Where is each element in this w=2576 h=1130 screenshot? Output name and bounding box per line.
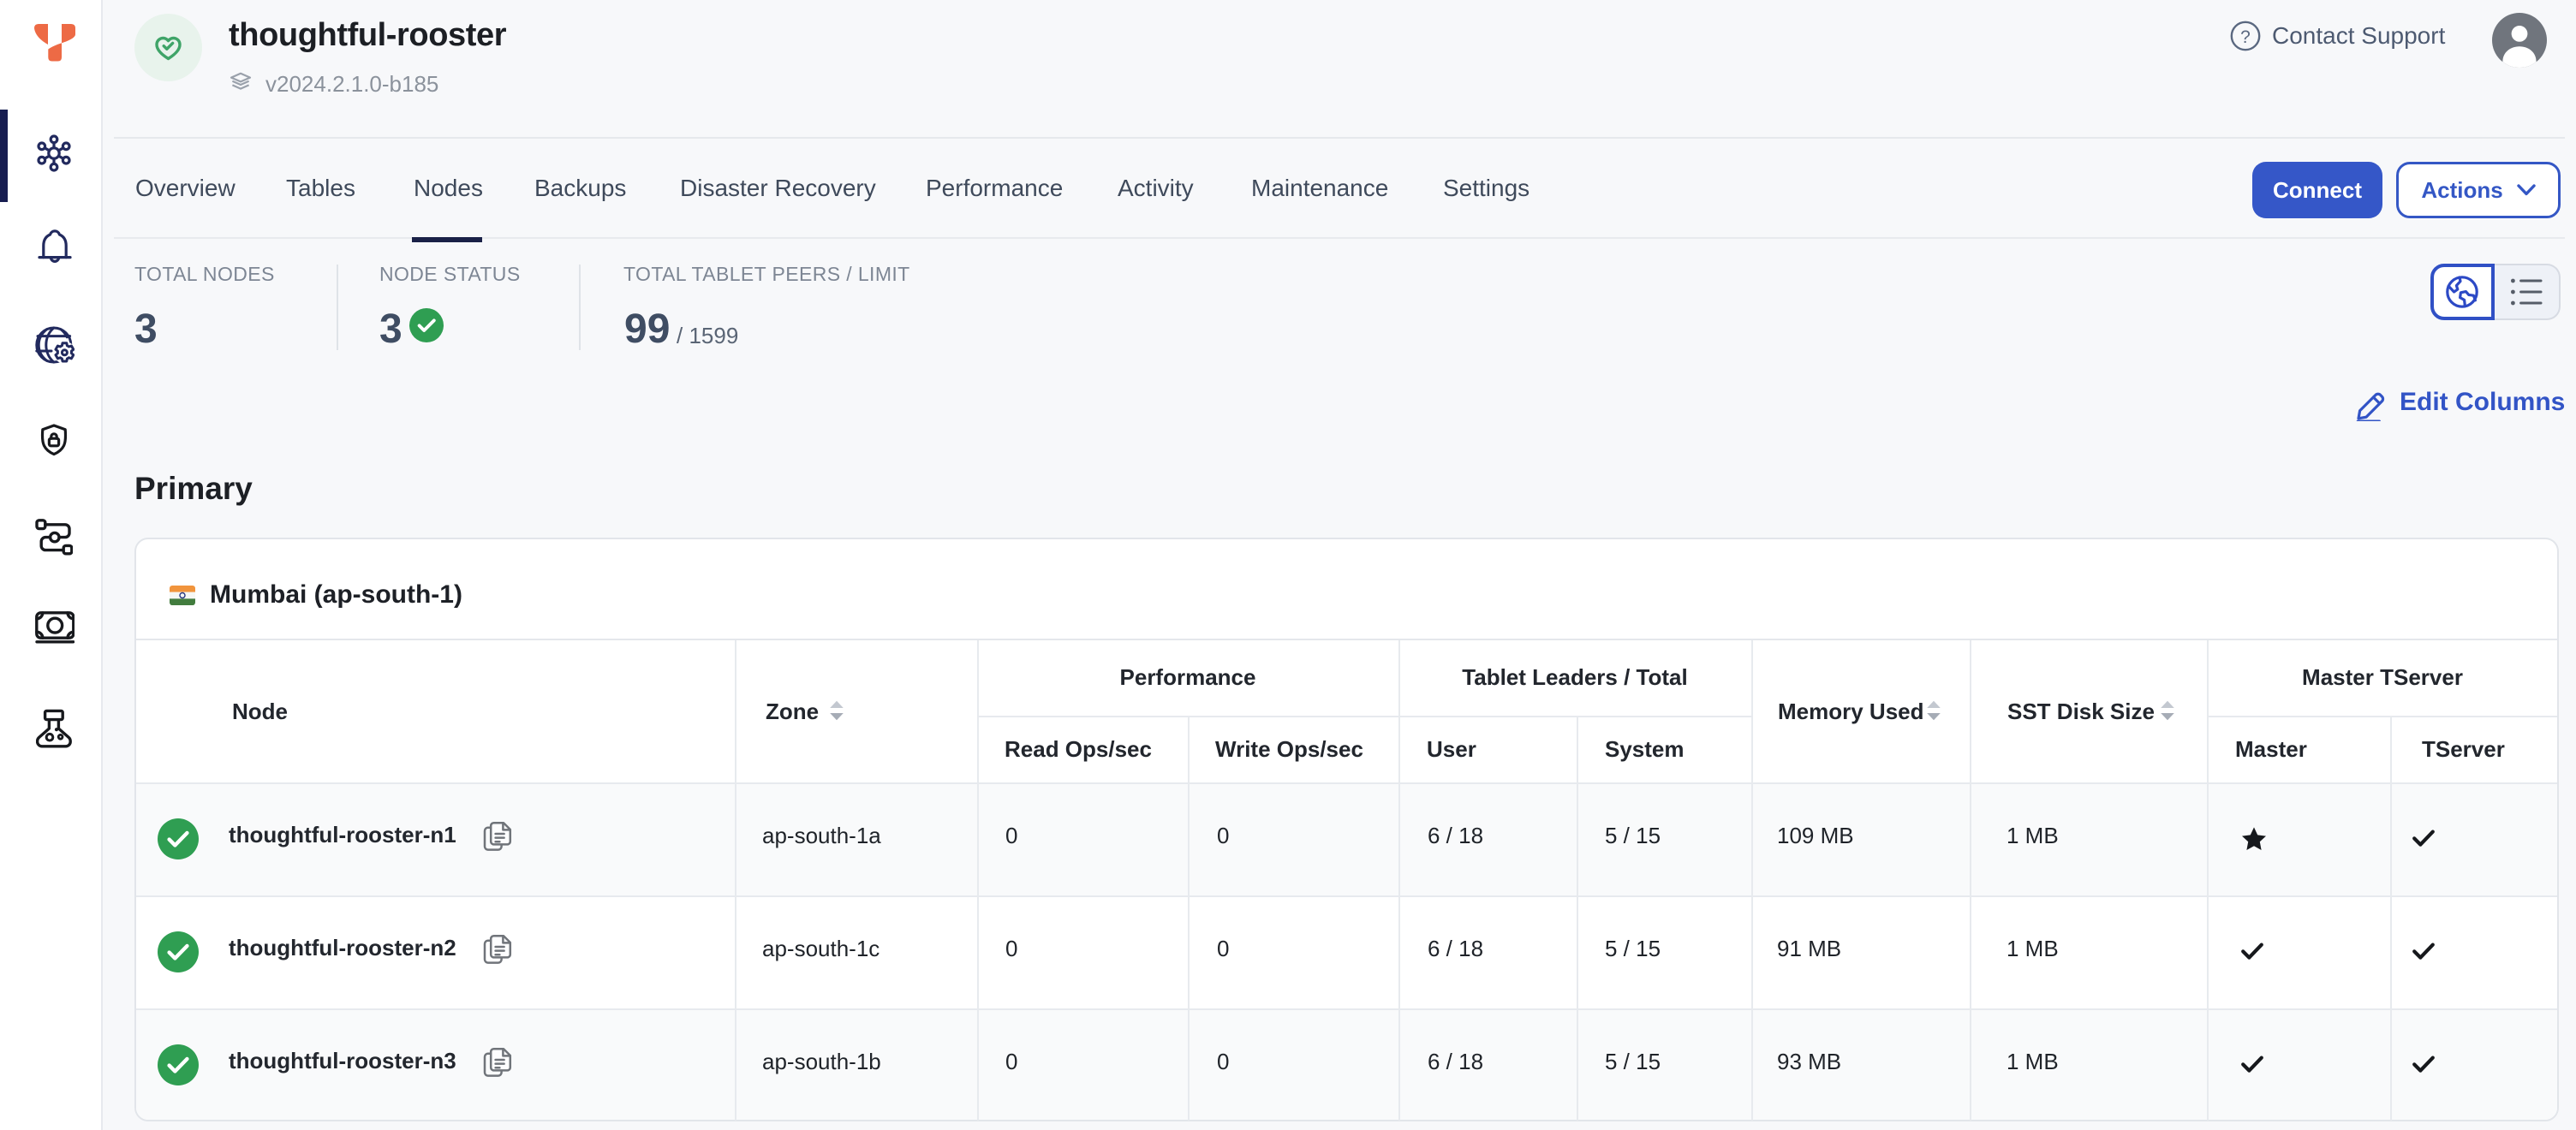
svg-text:?: ?	[2240, 27, 2251, 47]
